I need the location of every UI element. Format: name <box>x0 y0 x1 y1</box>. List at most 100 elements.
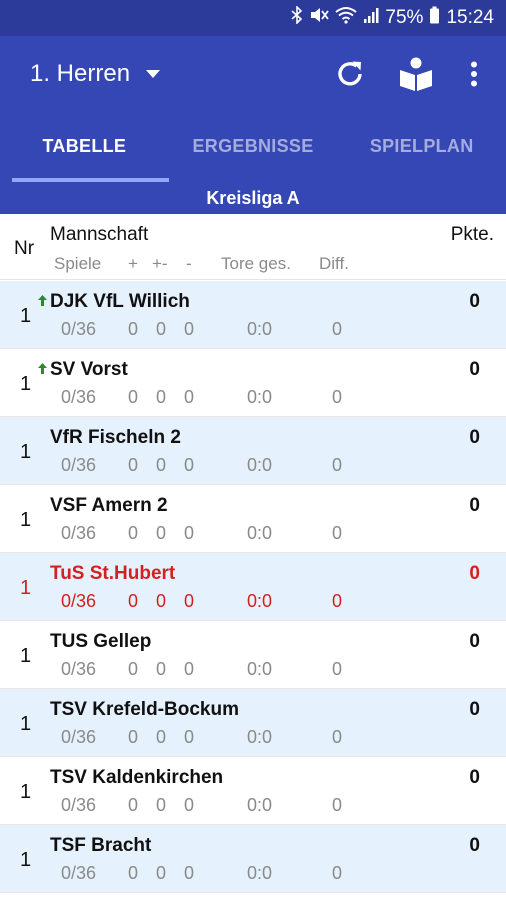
tab-bar: TABELLE ERGEBNISSE SPIELPLAN <box>0 118 506 182</box>
row-goal-difference: 0 <box>332 319 343 339</box>
row-team-name: TUS Gellep <box>50 631 152 652</box>
row-goal-difference: 0 <box>332 455 343 475</box>
tab-spielplan[interactable]: SPIELPLAN <box>337 118 506 182</box>
more-vert-icon <box>470 61 478 92</box>
row-points: 0 <box>469 835 480 856</box>
table-row[interactable]: 1 TSF Bracht 0/36 0 0 0 0:0 0 0 <box>0 825 506 893</box>
row-wins: 0 <box>128 591 139 611</box>
table-header: Nr Mannschaft Pkte. Spiele + +- - Tore g… <box>0 214 506 280</box>
header-team: Mannschaft <box>50 224 149 245</box>
row-wins: 0 <box>128 863 139 883</box>
mute-icon <box>309 6 330 29</box>
team-selector[interactable]: 1. Herren <box>30 60 161 88</box>
row-draws: 0 <box>156 659 167 679</box>
dropdown-caret-icon <box>146 70 161 78</box>
table-row[interactable]: 1 VSF Amern 2 0/36 0 0 0 0:0 0 0 <box>0 485 506 553</box>
row-games-played: 0/36 <box>61 863 97 883</box>
refresh-button[interactable] <box>330 56 370 96</box>
table-row[interactable]: 1 SV Vorst 0/36 0 0 0 0:0 0 0 <box>0 349 506 417</box>
row-goals: 0:0 <box>247 319 273 339</box>
row-wins: 0 <box>128 727 139 747</box>
row-games-played: 0/36 <box>61 591 97 611</box>
row-losses: 0 <box>184 727 195 747</box>
table-row[interactable]: 1 TuS St.Hubert 0/36 0 0 0 0:0 0 0 <box>0 553 506 621</box>
header-goals: Tore ges. <box>221 254 291 273</box>
row-wins: 0 <box>128 455 139 475</box>
row-team-name: TSF Bracht <box>50 835 152 856</box>
header-points: Pkte. <box>450 224 494 245</box>
rules-button[interactable] <box>394 56 438 96</box>
row-rank: 1 <box>20 373 32 395</box>
row-losses: 0 <box>184 319 195 339</box>
row-goal-difference: 0 <box>332 659 343 679</box>
league-title: Kreisliga A <box>0 182 506 214</box>
row-rank: 1 <box>20 509 32 531</box>
tab-ergebnisse[interactable]: ERGEBNISSE <box>169 118 338 182</box>
row-rank: 1 <box>20 849 32 871</box>
row-losses: 0 <box>184 795 195 815</box>
row-points: 0 <box>469 359 480 380</box>
row-draws: 0 <box>156 591 167 611</box>
row-rank: 1 <box>20 305 32 327</box>
row-losses: 0 <box>184 523 195 543</box>
row-losses: 0 <box>184 659 195 679</box>
row-points: 0 <box>469 699 480 720</box>
row-wins: 0 <box>128 523 139 543</box>
row-games-played: 0/36 <box>61 659 97 679</box>
row-goals: 0:0 <box>247 523 273 543</box>
signal-icon <box>363 6 379 29</box>
row-team-name: DJK VfL Willich <box>50 291 190 312</box>
row-goal-difference: 0 <box>332 591 343 611</box>
row-wins: 0 <box>128 795 139 815</box>
row-rank: 1 <box>20 645 32 667</box>
team-selector-label: 1. Herren <box>30 60 131 87</box>
row-draws: 0 <box>156 455 167 475</box>
row-team-name: VSF Amern 2 <box>50 495 168 516</box>
row-team-name: TSV Krefeld-Bockum <box>50 699 239 720</box>
row-team-name: SV Vorst <box>50 359 128 380</box>
row-rank: 1 <box>20 781 32 803</box>
row-team-name: VfR Fischeln 2 <box>50 427 181 448</box>
row-points: 0 <box>469 631 480 652</box>
book-reader-icon <box>397 55 435 98</box>
row-points: 0 <box>469 427 480 448</box>
row-goal-difference: 0 <box>332 795 343 815</box>
row-games-played: 0/36 <box>61 455 97 475</box>
table-row[interactable]: 1 TSV Kaldenkirchen 0/36 0 0 0 0:0 0 0 <box>0 757 506 825</box>
row-points: 0 <box>469 291 480 312</box>
row-goal-difference: 0 <box>332 727 343 747</box>
row-rank: 1 <box>20 713 32 735</box>
status-bar: 75% 15:24 <box>0 0 506 36</box>
row-wins: 0 <box>128 387 139 407</box>
row-draws: 0 <box>156 727 167 747</box>
row-points: 0 <box>469 495 480 516</box>
promotion-arrow-icon <box>38 363 47 377</box>
row-draws: 0 <box>156 795 167 815</box>
refresh-icon <box>333 57 367 96</box>
row-draws: 0 <box>156 387 167 407</box>
promotion-arrow-icon <box>38 295 47 309</box>
row-rank: 1 <box>20 441 32 463</box>
row-goals: 0:0 <box>247 727 273 747</box>
standings-list: 1 DJK VfL Willich 0/36 0 0 0 0:0 0 0 1 SV Vorst 0/3… <box>0 281 506 893</box>
header-games: Spiele <box>54 254 102 273</box>
tab-tabelle[interactable]: TABELLE <box>0 118 169 182</box>
row-goals: 0:0 <box>247 387 273 407</box>
row-games-played: 0/36 <box>61 795 97 815</box>
table-row[interactable]: 1 DJK VfL Willich 0/36 0 0 0 0:0 0 0 <box>0 281 506 349</box>
row-points: 0 <box>469 563 480 584</box>
row-losses: 0 <box>184 591 195 611</box>
row-losses: 0 <box>184 455 195 475</box>
row-points: 0 <box>469 767 480 788</box>
row-goal-difference: 0 <box>332 523 343 543</box>
table-row[interactable]: 1 TUS Gellep 0/36 0 0 0 0:0 0 0 <box>0 621 506 689</box>
row-wins: 0 <box>128 319 139 339</box>
row-goal-difference: 0 <box>332 387 343 407</box>
table-row[interactable]: 1 TSV Krefeld-Bockum 0/36 0 0 0 0:0 0 0 <box>0 689 506 757</box>
header-nr: Nr <box>14 238 35 259</box>
row-team-name: TSV Kaldenkirchen <box>50 767 224 788</box>
more-options-button[interactable] <box>462 56 486 96</box>
row-team-name: TuS St.Hubert <box>50 563 176 584</box>
table-row[interactable]: 1 VfR Fischeln 2 0/36 0 0 0 0:0 0 0 <box>0 417 506 485</box>
row-rank: 1 <box>20 577 32 599</box>
